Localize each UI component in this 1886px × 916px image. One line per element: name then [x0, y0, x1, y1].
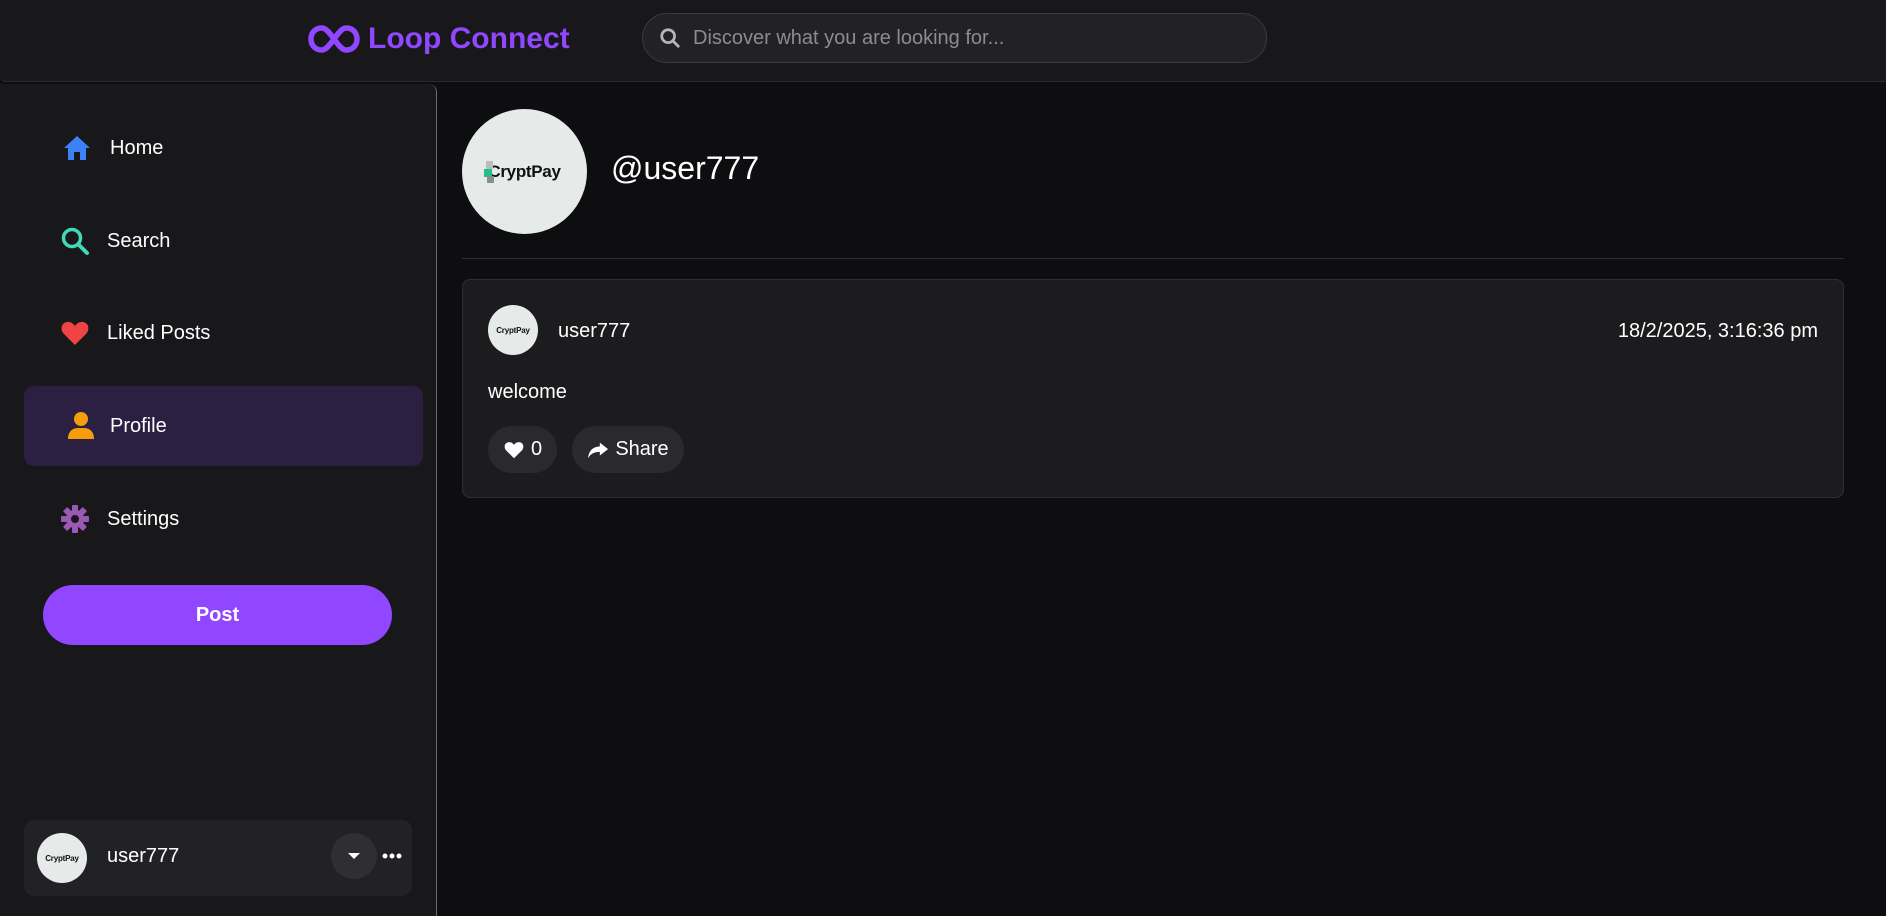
heart-icon — [504, 441, 524, 458]
avatar[interactable]: CryptPay — [488, 305, 538, 355]
caret-down-icon — [348, 853, 360, 859]
sidebar-item-search[interactable]: Search — [24, 201, 423, 281]
post-button[interactable]: Post — [43, 585, 392, 645]
current-user-name: user777 — [107, 845, 180, 867]
brand-logo[interactable]: Loop Connect — [308, 16, 570, 62]
share-button[interactable]: Share — [572, 426, 684, 473]
like-button[interactable]: 0 — [488, 426, 557, 473]
user-icon — [68, 412, 94, 439]
post-timestamp: 18/2/2025, 3:16:36 pm — [1617, 320, 1818, 342]
sidebar-item-profile[interactable]: Profile — [24, 386, 423, 466]
like-count: 0 — [530, 438, 543, 460]
avatar-logo-text: CryptPay — [484, 160, 561, 183]
avatar-logo-text: CryptPay — [45, 853, 79, 863]
home-icon — [64, 136, 90, 160]
sidebar-item-label: Profile — [110, 414, 167, 437]
post-content: welcome — [488, 381, 567, 403]
heart-icon — [61, 321, 89, 345]
avatar-logo-text: CryptPay — [496, 325, 530, 335]
search-icon — [660, 28, 680, 48]
more-options-button[interactable] — [379, 846, 405, 866]
profile-handle: @user777 — [611, 150, 760, 186]
divider — [462, 258, 1844, 259]
post-author[interactable]: user777 — [558, 320, 630, 343]
current-user-card[interactable]: CryptPay user777 — [24, 820, 412, 896]
sidebar-item-label: Home — [110, 136, 164, 159]
sidebar-item-label: Search — [107, 229, 171, 252]
sidebar-item-liked-posts[interactable]: Liked Posts — [24, 293, 423, 373]
profile-avatar: CryptPay — [462, 109, 587, 234]
global-search[interactable] — [642, 13, 1267, 63]
avatar: CryptPay — [37, 833, 87, 883]
sidebar-item-settings[interactable]: Settings — [24, 479, 423, 559]
gear-icon — [61, 505, 89, 533]
cryptpay-mark-icon — [484, 160, 495, 183]
search-icon — [61, 227, 89, 255]
sidebar-item-home[interactable]: Home — [24, 108, 423, 188]
top-header: Loop Connect — [0, 0, 1886, 82]
share-icon — [588, 442, 609, 458]
sidebar: Home Search Liked Posts Profile Settings… — [0, 84, 437, 916]
post-card: CryptPay user777 18/2/2025, 3:16:36 pm w… — [462, 279, 1844, 498]
share-label: Share — [615, 438, 669, 460]
search-input[interactable] — [693, 26, 1233, 50]
infinity-icon — [308, 25, 360, 53]
ellipsis-icon — [382, 853, 402, 859]
sidebar-item-label: Liked Posts — [107, 321, 211, 344]
brand-name: Loop Connect — [368, 22, 570, 55]
sidebar-item-label: Settings — [107, 507, 180, 530]
account-dropdown-button[interactable] — [331, 833, 377, 879]
